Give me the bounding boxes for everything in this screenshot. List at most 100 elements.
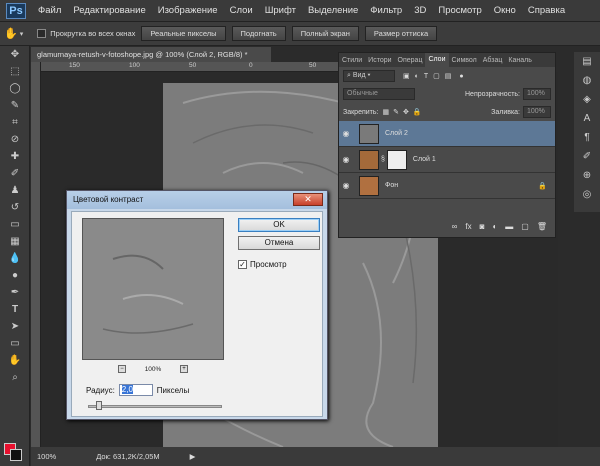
visibility-eye-icon[interactable]: ◉ <box>339 181 353 190</box>
channels-panel-icon[interactable]: ⊕ <box>574 166 600 185</box>
paragraph-panel-icon[interactable]: ¶ <box>574 128 600 147</box>
menu-bar: Ps Файл Редактирование Изображение Слои … <box>0 0 600 22</box>
color-panel-icon[interactable]: ◍ <box>574 71 600 90</box>
healing-tool-icon[interactable]: ✚ <box>0 148 30 165</box>
zoom-out-button[interactable]: − <box>118 365 126 373</box>
brush-tool-icon[interactable]: ✐ <box>0 165 30 182</box>
tab-character[interactable]: Символ <box>449 57 480 64</box>
blend-mode-select[interactable]: Обычные <box>343 88 415 100</box>
hand-tool-icon[interactable]: ✋ <box>4 27 18 40</box>
close-icon[interactable]: ✕ <box>293 193 323 206</box>
visibility-eye-icon[interactable]: ◉ <box>339 129 353 138</box>
history-brush-tool-icon[interactable]: ↺ <box>0 199 30 216</box>
zoom-tool-icon[interactable]: ⌕ <box>0 369 30 386</box>
clone-stamp-tool-icon[interactable]: ♟ <box>0 182 30 199</box>
document-tab[interactable]: glamurnaya-retush-v-fotoshope.jpg @ 100%… <box>31 47 271 62</box>
tab-layers[interactable]: Слои <box>425 53 449 67</box>
lock-image-icon[interactable]: ✎ <box>393 108 399 116</box>
zoom-level[interactable]: 100% <box>37 452 56 461</box>
quick-select-tool-icon[interactable]: ✎ <box>0 97 30 114</box>
menu-file[interactable]: Файл <box>32 5 67 16</box>
link-layers-icon[interactable]: ∞ <box>452 222 458 231</box>
menu-help[interactable]: Справка <box>522 5 571 16</box>
menu-type[interactable]: Шрифт <box>259 5 302 16</box>
filter-type-icon[interactable]: T <box>424 73 428 80</box>
filter-smart-icon[interactable]: ▤ <box>445 72 452 80</box>
lasso-tool-icon[interactable]: ◯ <box>0 80 30 97</box>
character-panel-icon[interactable]: A <box>574 109 600 128</box>
lock-all-icon[interactable]: 🔒 <box>413 108 422 116</box>
eraser-tool-icon[interactable]: ▭ <box>0 216 30 233</box>
opacity-field[interactable]: 100% <box>523 88 551 100</box>
radius-input[interactable]: 2,0 <box>118 384 153 396</box>
history-panel-icon[interactable]: ▤ <box>574 52 600 71</box>
adjustment-layer-icon[interactable]: ◐ <box>492 222 497 231</box>
tab-channels[interactable]: Каналь <box>505 57 534 64</box>
menu-view[interactable]: Просмотр <box>432 5 487 16</box>
menu-edit[interactable]: Редактирование <box>67 5 151 16</box>
layer-mask-thumbnail[interactable] <box>386 149 407 170</box>
filter-adjust-icon[interactable]: ◐ <box>415 73 419 80</box>
menu-select[interactable]: Выделение <box>302 5 364 16</box>
type-tool-icon[interactable]: T <box>0 301 30 318</box>
ok-button[interactable]: OK <box>238 218 320 232</box>
tab-paragraph[interactable]: Абзац <box>480 57 506 64</box>
eyedropper-tool-icon[interactable]: ⊘ <box>0 131 30 148</box>
fill-field[interactable]: 100% <box>523 106 551 118</box>
hand-tool-icon[interactable]: ✋ <box>0 352 30 369</box>
menu-layers[interactable]: Слои <box>224 5 259 16</box>
preview-checkbox[interactable]: ✓ <box>238 260 247 269</box>
high-pass-dialog: Цветовой контраст ✕ − 100% + OK Отмена ✓… <box>66 190 328 420</box>
filter-toggle-icon[interactable]: ● <box>459 73 463 80</box>
shape-tool-icon[interactable]: ▭ <box>0 335 30 352</box>
move-tool-icon[interactable]: ✥ <box>0 46 30 63</box>
path-select-tool-icon[interactable]: ➤ <box>0 318 30 335</box>
new-group-icon[interactable]: ▬ <box>505 222 513 231</box>
filter-shape-icon[interactable]: ▢ <box>433 72 440 80</box>
pen-tool-icon[interactable]: ✒ <box>0 284 30 301</box>
background-color-swatch[interactable] <box>10 449 22 461</box>
preview-option[interactable]: ✓ Просмотр <box>238 260 287 269</box>
brush-panel-icon[interactable]: ✐ <box>574 147 600 166</box>
zoom-in-button[interactable]: + <box>180 365 188 373</box>
radius-unit: Пикселы <box>156 385 190 395</box>
menu-filter[interactable]: Фильтр <box>364 5 408 16</box>
visibility-eye-icon[interactable]: ◉ <box>339 155 353 164</box>
lock-position-icon[interactable]: ✥ <box>403 108 409 116</box>
menu-image[interactable]: Изображение <box>152 5 224 16</box>
gradient-tool-icon[interactable]: ▦ <box>0 233 30 250</box>
layer-row-layer1[interactable]: ◉ § Слой 1 <box>339 147 555 173</box>
kind-filter-select[interactable]: ⌕ Вид ▾ <box>343 70 395 82</box>
layer-row-layer2[interactable]: ◉ Слой 2 <box>339 121 555 147</box>
radius-slider-handle[interactable] <box>96 401 102 410</box>
marquee-tool-icon[interactable]: ⬚ <box>0 63 30 80</box>
paths-panel-icon[interactable]: ◎ <box>574 185 600 204</box>
status-arrow-icon[interactable]: ▶ <box>190 452 196 461</box>
actual-pixels-button[interactable]: Реальные пикселы <box>141 26 226 41</box>
menu-window[interactable]: Окно <box>488 5 522 16</box>
tab-actions[interactable]: Операц <box>395 57 426 64</box>
dialog-title-bar[interactable]: Цветовой контраст ✕ <box>67 191 327 209</box>
layer-row-background[interactable]: ◉ Фон 🔒 <box>339 173 555 199</box>
fill-screen-button[interactable]: Полный экран <box>291 26 359 41</box>
print-size-button[interactable]: Размер оттиска <box>364 26 438 41</box>
crop-tool-icon[interactable]: ⌗ <box>0 114 30 131</box>
filter-preview[interactable] <box>82 218 224 360</box>
tab-styles[interactable]: Стили <box>339 57 365 64</box>
fit-screen-button[interactable]: Подогнать <box>231 26 286 41</box>
filter-pixel-icon[interactable]: ▣ <box>403 72 410 80</box>
tab-history[interactable]: Истори <box>365 57 394 64</box>
delete-layer-icon[interactable]: 🗑 <box>537 222 547 231</box>
lock-transparent-icon[interactable]: ▦ <box>382 108 389 116</box>
cancel-button[interactable]: Отмена <box>238 236 320 250</box>
fx-icon[interactable]: fx <box>465 222 471 231</box>
new-layer-icon[interactable]: ▢ <box>521 222 529 231</box>
dodge-tool-icon[interactable]: ● <box>0 267 30 284</box>
blur-tool-icon[interactable]: 💧 <box>0 250 30 267</box>
add-mask-icon[interactable]: ◙ <box>480 222 485 231</box>
scroll-all-checkbox[interactable] <box>37 29 47 38</box>
layers-panel-icon[interactable]: ◈ <box>574 90 600 109</box>
tool-preset-arrow-icon[interactable]: ▾ <box>20 30 24 38</box>
radius-slider-track[interactable] <box>88 405 222 408</box>
menu-3d[interactable]: 3D <box>408 5 432 16</box>
